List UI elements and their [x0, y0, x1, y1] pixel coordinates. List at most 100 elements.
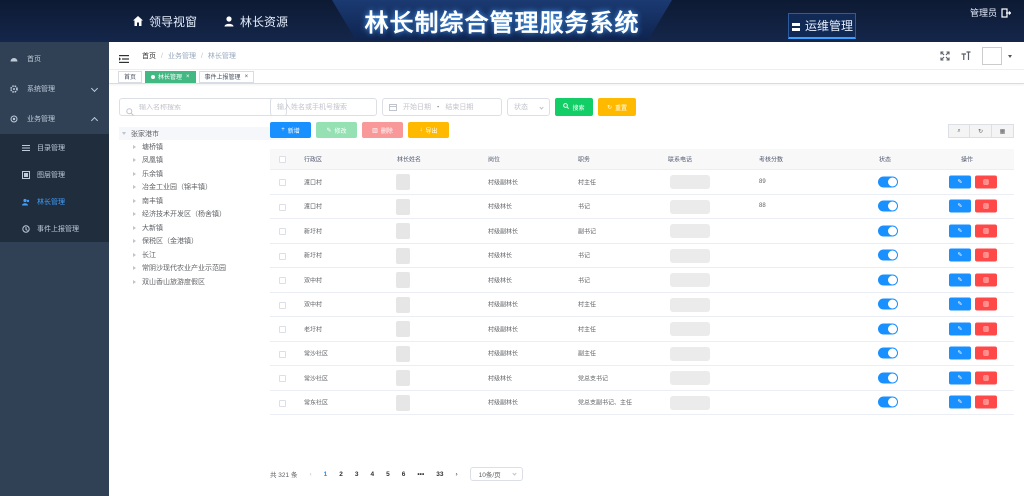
row-delete-button[interactable]: ▥	[975, 346, 997, 360]
pagination-page[interactable]: 1	[324, 471, 328, 478]
table-row[interactable]: 渡口村 村级副林长 村主任 89 ✎ ▥	[270, 170, 1014, 195]
table-row[interactable]: 新圩村 村级副林长 副书记 ✎ ▥	[270, 219, 1014, 244]
status-toggle[interactable]	[878, 298, 898, 310]
tag-home[interactable]: 首页	[118, 70, 143, 83]
tree-node[interactable]: 双山香山旅游度假区	[119, 275, 287, 289]
tree-search-box[interactable]	[119, 98, 287, 116]
tree-node[interactable]: 凤凰镇	[119, 154, 287, 168]
tree-node[interactable]: 经济技术开发区（杨舍镇）	[119, 208, 287, 222]
sidebar-item-layers[interactable]: 图层管理	[0, 161, 109, 188]
caret-right-icon[interactable]	[133, 144, 136, 149]
caret-right-icon[interactable]	[133, 198, 136, 203]
status-toggle[interactable]	[878, 274, 898, 286]
top-nav-forest-resources[interactable]: 林长资源	[223, 13, 288, 30]
tree-search-input[interactable]	[139, 103, 279, 111]
caret-right-icon[interactable]	[133, 266, 136, 271]
status-select[interactable]: 状态	[507, 98, 550, 116]
tree-node[interactable]: 乐余镇	[119, 167, 287, 181]
caret-right-icon[interactable]	[133, 185, 136, 190]
row-edit-button[interactable]: ✎	[949, 395, 971, 409]
toggle-search-button[interactable]: ⌕	[948, 124, 970, 138]
row-edit-button[interactable]: ✎	[949, 371, 971, 385]
start-date-placeholder[interactable]: 开始日期	[403, 102, 431, 112]
columns-button[interactable]: ▦	[992, 124, 1014, 138]
prev-page-icon[interactable]: ‹	[309, 471, 311, 478]
row-checkbox[interactable]	[279, 399, 286, 407]
row-delete-button[interactable]: ▥	[975, 395, 997, 409]
add-button[interactable]: + 新增	[270, 122, 311, 138]
table-row[interactable]: 渡口村 村级林长 书记 88 ✎ ▥	[270, 195, 1014, 219]
row-checkbox[interactable]	[279, 301, 286, 309]
reset-button[interactable]: ↻ 重置	[598, 98, 636, 116]
pagination-page[interactable]: 33	[436, 471, 443, 478]
tree-node[interactable]: 保税区（金港镇）	[119, 235, 287, 249]
row-delete-button[interactable]: ▥	[975, 322, 997, 336]
select-all-checkbox[interactable]	[279, 156, 286, 163]
row-checkbox[interactable]	[279, 326, 286, 333]
row-edit-button[interactable]: ✎	[949, 199, 971, 213]
row-checkbox[interactable]	[279, 350, 286, 358]
tag-event-report[interactable]: 事件上报管理 ×	[198, 70, 255, 83]
row-edit-button[interactable]: ✎	[949, 248, 971, 262]
hamburger-icon[interactable]	[119, 51, 129, 63]
sidebar-item-system[interactable]: 系统管理	[0, 74, 109, 104]
row-edit-button[interactable]: ✎	[949, 224, 971, 238]
keyword-field[interactable]: 输入姓名或手机号搜索	[270, 98, 377, 116]
export-button[interactable]: ↓ 导出	[408, 122, 449, 138]
fullscreen-icon[interactable]	[939, 50, 951, 62]
search-button[interactable]: 搜索	[555, 98, 593, 116]
caret-right-icon[interactable]	[133, 252, 136, 257]
end-date-placeholder[interactable]: 结束日期	[445, 102, 473, 112]
close-icon[interactable]: ×	[186, 74, 190, 80]
row-checkbox[interactable]	[279, 203, 286, 211]
sidebar-item-event-report[interactable]: 事件上报管理	[0, 215, 109, 242]
table-row[interactable]: 常沙社区 村级林长 党总支书记 ✎ ▥	[270, 366, 1014, 391]
row-edit-button[interactable]: ✎	[949, 322, 971, 336]
row-edit-button[interactable]: ✎	[949, 346, 971, 360]
row-checkbox[interactable]	[279, 228, 286, 235]
caret-right-icon[interactable]	[133, 158, 136, 163]
row-delete-button[interactable]: ▥	[975, 199, 997, 213]
tree-node[interactable]: 冶金工业园（锦丰镇）	[119, 181, 287, 195]
edit-button[interactable]: ✎ 修改	[316, 122, 357, 138]
row-checkbox[interactable]	[279, 375, 286, 382]
row-checkbox[interactable]	[279, 252, 286, 260]
pagination-page[interactable]: 2	[339, 471, 343, 478]
table-row[interactable]: 老圩村 村级副林长 村主任 ✎ ▥	[270, 317, 1014, 342]
caret-right-icon[interactable]	[133, 239, 136, 244]
status-toggle[interactable]	[878, 347, 898, 359]
status-toggle[interactable]	[878, 372, 898, 384]
pagination-page[interactable]: 4	[371, 471, 375, 478]
avatar[interactable]	[982, 47, 1002, 65]
table-row[interactable]: 新圩村 村级林长 书记 ✎ ▥	[270, 244, 1014, 268]
page-size-select[interactable]: 10条/页	[469, 467, 523, 481]
tree-node[interactable]: 大新镇	[119, 221, 287, 235]
admin-user[interactable]: 管理员	[970, 6, 1012, 19]
tag-forest-chief[interactable]: 林长管理 ×	[145, 70, 196, 83]
row-checkbox[interactable]	[279, 277, 286, 284]
caret-right-icon[interactable]	[133, 171, 136, 176]
table-row[interactable]: 双中村 村级副林长 村主任 ✎ ▥	[270, 293, 1014, 317]
sidebar-item-forest-chief[interactable]: 林长管理	[0, 188, 109, 215]
ops-management-button[interactable]: 运维管理	[788, 13, 856, 39]
caret-down-icon[interactable]	[122, 132, 126, 135]
status-toggle[interactable]	[878, 249, 898, 261]
row-edit-button[interactable]: ✎	[949, 175, 971, 189]
status-toggle[interactable]	[878, 176, 898, 188]
next-page-icon[interactable]: ›	[455, 471, 457, 478]
row-delete-button[interactable]: ▥	[975, 224, 997, 238]
pagination-page[interactable]: 3	[355, 471, 359, 478]
table-row[interactable]: 常沙社区 村级副林长 副主任 ✎ ▥	[270, 342, 1014, 366]
pagination-page[interactable]: 6	[402, 471, 406, 478]
tree-node[interactable]: 南丰镇	[119, 194, 287, 208]
status-toggle[interactable]	[878, 225, 898, 237]
row-delete-button[interactable]: ▥	[975, 175, 997, 189]
sidebar-item-catalog[interactable]: 目录管理	[0, 134, 109, 161]
caret-right-icon[interactable]	[133, 212, 136, 217]
sidebar-item-business[interactable]: 业务管理	[0, 104, 109, 134]
close-icon[interactable]: ×	[245, 74, 249, 80]
row-edit-button[interactable]: ✎	[949, 273, 971, 287]
font-size-icon[interactable]	[960, 50, 972, 62]
status-toggle[interactable]	[878, 200, 898, 212]
row-delete-button[interactable]: ▥	[975, 273, 997, 287]
